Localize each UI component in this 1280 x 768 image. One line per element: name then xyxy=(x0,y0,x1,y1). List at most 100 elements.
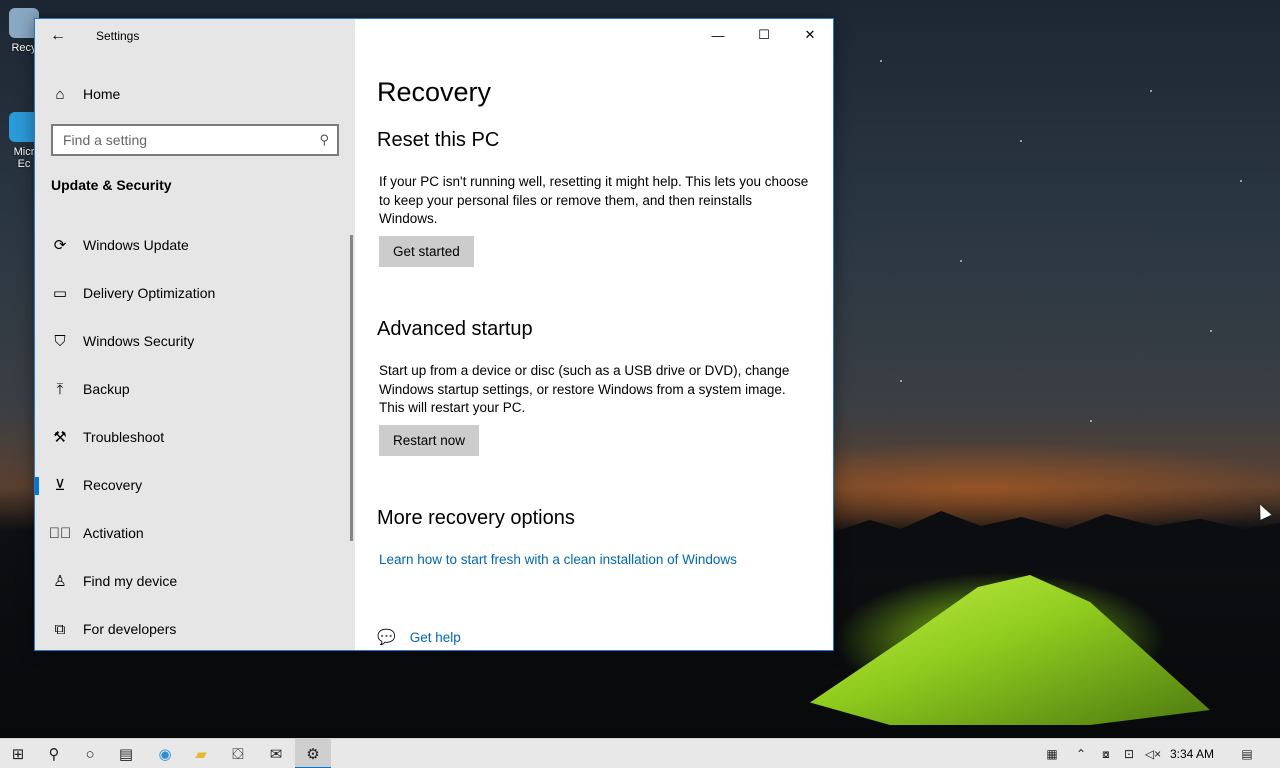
minimize-button[interactable]: — xyxy=(695,19,741,51)
cortana-button[interactable]: ○ xyxy=(72,739,108,768)
tray-network[interactable]: ⊡ xyxy=(1118,739,1140,768)
cortana-circle-icon: ○ xyxy=(85,745,95,763)
home-icon: ⌂ xyxy=(55,85,65,103)
nav-item-label: Activation xyxy=(83,525,144,541)
star xyxy=(960,260,962,262)
close-button[interactable]: ✕ xyxy=(787,19,833,51)
nav-item-label: Backup xyxy=(83,381,130,397)
search-icon: ⚲ xyxy=(319,132,329,147)
star xyxy=(900,380,902,382)
taskbar-file-explorer[interactable]: ▰ xyxy=(183,739,219,768)
developer-icon: ⧉ xyxy=(54,620,66,638)
tray-news[interactable]: ▦ xyxy=(1038,739,1066,768)
sidebar-item-home[interactable]: ⌂ Home xyxy=(35,77,355,111)
tray-overflow[interactable]: ⌃ xyxy=(1070,739,1092,768)
taskbar-edge[interactable]: ◉ xyxy=(147,739,183,768)
page-title: Recovery xyxy=(377,77,492,107)
taskbar: ⊞ ⚲ ○ ▤ ◉ ▰ ⛋ ✉ ⚙ ▦ ⌃ ⧇ ⊡ ◁× 3:34 AM ▤ xyxy=(0,738,1280,768)
windows-logo-icon: ⊞ xyxy=(11,746,25,763)
nav-item-label: For developers xyxy=(83,621,177,637)
sidebar-item-recovery[interactable]: ⊻ Recovery xyxy=(35,461,355,509)
nav-item-label: Find my device xyxy=(83,573,178,589)
clean-install-link[interactable]: Learn how to start fresh with a clean in… xyxy=(379,552,737,567)
reset-description: If your PC isn't running well, resetting… xyxy=(379,174,809,226)
folder-icon: ▰ xyxy=(195,746,207,763)
get-help-row[interactable]: 💬 Get help xyxy=(377,628,461,646)
star xyxy=(1210,330,1212,332)
check-circle-icon: ✓⃝ xyxy=(48,524,72,542)
advanced-startup-description: Start up from a device or disc (such as … xyxy=(379,363,790,415)
network-icon: ⊡ xyxy=(1123,747,1135,761)
star xyxy=(1240,180,1242,182)
news-icon: ▦ xyxy=(1046,747,1058,761)
nav-item-label: Delivery Optimization xyxy=(83,285,216,301)
search-box[interactable]: ⚲ xyxy=(51,124,339,156)
notification-icon: ▤ xyxy=(1241,747,1253,761)
maximize-button[interactable]: ☐ xyxy=(741,19,787,51)
sidebar-scrollbar[interactable] xyxy=(350,235,353,541)
sync-icon: ⟳ xyxy=(53,237,67,254)
desktop-icon-label: Recy xyxy=(11,42,37,54)
sidebar-item-activation[interactable]: ✓⃝ Activation xyxy=(35,509,355,557)
star xyxy=(1150,90,1152,92)
nav-list: ⟳ Windows Update ▭ Delivery Optimization… xyxy=(35,221,355,653)
nav-item-label: Recovery xyxy=(83,477,143,493)
sidebar-item-delivery-optimization[interactable]: ▭ Delivery Optimization xyxy=(35,269,355,317)
tray-meet[interactable]: ⧇ xyxy=(1095,739,1117,768)
store-bag-icon: ⛋ xyxy=(232,745,244,763)
volume-muted-icon: ◁× xyxy=(1144,747,1162,761)
action-center[interactable]: ▤ xyxy=(1232,739,1262,768)
chat-help-icon: 💬 xyxy=(377,629,396,646)
taskbar-store[interactable]: ⛋ xyxy=(220,739,256,768)
taskbar-mail[interactable]: ✉ xyxy=(258,739,294,768)
get-started-button[interactable]: Get started xyxy=(379,236,474,267)
taskbar-settings[interactable]: ⚙ xyxy=(295,739,331,768)
task-view-icon: ▤ xyxy=(118,746,134,763)
start-button[interactable]: ⊞ xyxy=(0,739,36,768)
task-view-button[interactable]: ▤ xyxy=(108,739,144,768)
shield-icon: ⛉ xyxy=(54,332,66,350)
sidebar-item-troubleshoot[interactable]: ⚒ Troubleshoot xyxy=(35,413,355,461)
sidebar-item-for-developers[interactable]: ⧉ For developers xyxy=(35,605,355,653)
search-taskbar-button[interactable]: ⚲ xyxy=(36,739,72,768)
nav-item-label: Windows Update xyxy=(83,237,189,253)
tray-volume[interactable]: ◁× xyxy=(1142,739,1164,768)
more-options-heading: More recovery options xyxy=(377,507,575,529)
search-input[interactable] xyxy=(63,132,308,148)
title-bar: ← Settings xyxy=(35,19,355,53)
star xyxy=(880,60,882,62)
search-icon: ⚲ xyxy=(48,746,60,763)
glowing-tent xyxy=(810,575,1210,725)
sidebar-item-find-my-device[interactable]: ♙ Find my device xyxy=(35,557,355,605)
get-help-link[interactable]: Get help xyxy=(410,630,461,645)
window-title: Settings xyxy=(96,29,140,43)
home-label: Home xyxy=(83,86,121,102)
chevron-up-icon: ⌃ xyxy=(1075,747,1087,761)
mountain-ridge xyxy=(834,511,1280,568)
advanced-startup-heading: Advanced startup xyxy=(377,318,533,340)
settings-window: ← Settings ⌂ Home ⚲ Update & Security ⟳ … xyxy=(34,18,834,651)
reset-heading: Reset this PC xyxy=(377,129,500,151)
mail-icon: ✉ xyxy=(269,746,283,763)
nav-item-label: Windows Security xyxy=(83,333,195,349)
person-location-icon: ♙ xyxy=(53,573,67,590)
wrench-icon: ⚒ xyxy=(53,429,67,446)
gear-icon: ⚙ xyxy=(306,746,320,763)
back-arrow-icon: ← xyxy=(50,27,66,44)
section-title: Update & Security xyxy=(51,177,172,193)
restart-now-button[interactable]: Restart now xyxy=(379,425,480,456)
edge-icon: ◉ xyxy=(158,746,172,763)
taskbar-clock[interactable]: 3:34 AM xyxy=(1170,739,1214,768)
camera-icon: ⧇ xyxy=(1102,746,1110,761)
nav-item-label: Troubleshoot xyxy=(83,429,165,445)
recovery-icon: ⊻ xyxy=(54,477,66,494)
sidebar-item-backup[interactable]: ⤒ Backup xyxy=(35,365,355,413)
upload-icon: ⤒ xyxy=(56,380,64,398)
sidebar-item-windows-update[interactable]: ⟳ Windows Update xyxy=(35,221,355,269)
main-content: — ☐ ✕ Recovery Reset this PC If your PC … xyxy=(355,19,833,650)
sidebar-item-windows-security[interactable]: ⛉ Windows Security xyxy=(35,317,355,365)
star xyxy=(1090,420,1092,422)
desktop-icon-label: Micr Ec xyxy=(13,146,35,170)
delivery-icon: ▭ xyxy=(52,285,68,302)
back-button[interactable]: ← xyxy=(35,19,81,53)
